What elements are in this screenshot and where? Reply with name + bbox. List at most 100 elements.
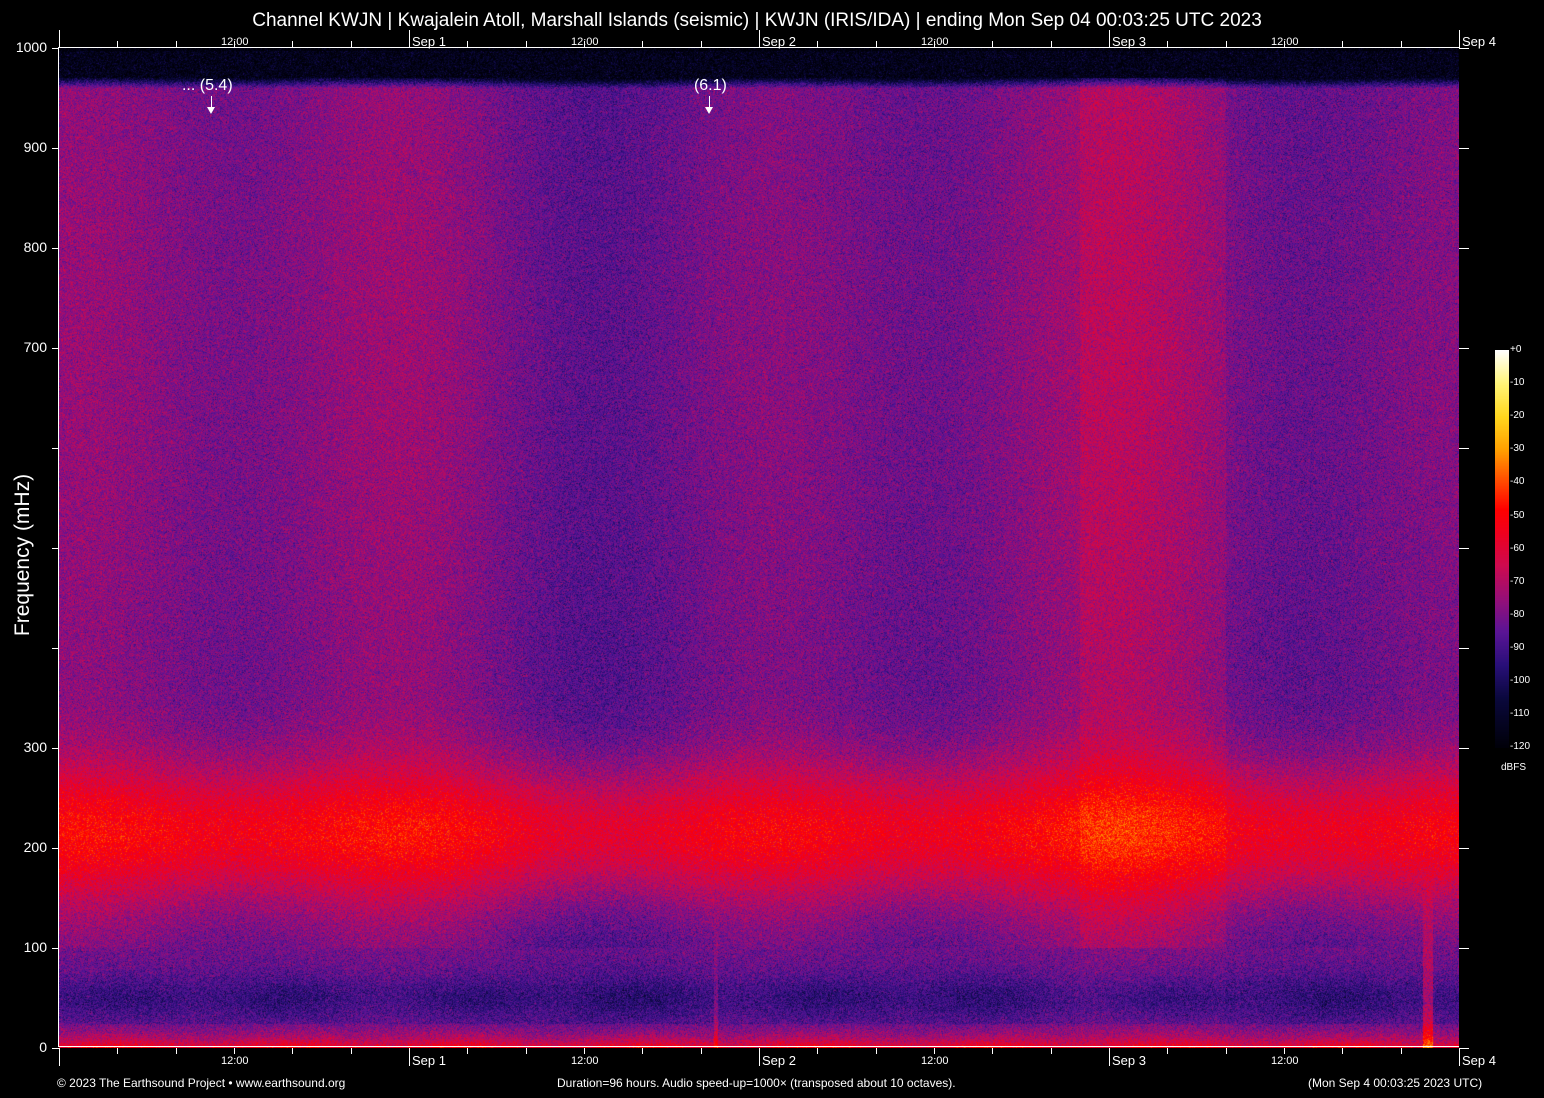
x-tick-label-top: Sep 3	[1112, 34, 1146, 49]
x-tick-bottom	[1167, 1048, 1168, 1054]
x-tick-bottom	[642, 1048, 643, 1054]
colorbar-tick-label: -20	[1510, 410, 1525, 422]
x-tick-top	[526, 41, 527, 48]
colorbar-tick-label: -40	[1510, 476, 1525, 488]
colorbar-tick-label: -90	[1510, 641, 1525, 653]
event-arrowhead-icon	[705, 107, 714, 114]
x-tick-top	[1226, 41, 1227, 48]
x-tick-label-bottom: Sep 4	[1462, 1053, 1496, 1068]
y-tick-left	[52, 148, 59, 149]
event-arrowhead-icon	[206, 107, 215, 114]
y-tick-left	[52, 448, 59, 449]
x-tick-top	[876, 41, 877, 48]
x-tick-top	[117, 41, 118, 48]
duration-footer: Duration=96 hours. Audio speed-up=1000× …	[557, 1076, 956, 1090]
x-tick-top	[1459, 30, 1460, 48]
y-tick-right	[1459, 448, 1469, 449]
x-tick-top	[1051, 41, 1052, 48]
x-tick-label-top: 12:00	[921, 36, 949, 48]
x-tick-top	[1109, 30, 1110, 48]
x-tick-top	[992, 41, 993, 48]
x-tick-bottom	[1109, 1048, 1110, 1066]
end-time-footer: (Mon Sep 4 00:03:25 2023 UTC)	[1308, 1076, 1483, 1090]
x-tick-bottom	[1284, 1048, 1285, 1054]
x-tick-bottom	[584, 1048, 585, 1054]
x-tick-bottom	[934, 1048, 935, 1054]
y-tick-label: 1000	[15, 39, 47, 55]
y-tick-label: 100	[23, 939, 47, 955]
y-tick-left	[52, 348, 59, 349]
y-tick-right	[1459, 648, 1469, 649]
y-tick-label: 200	[23, 839, 47, 855]
x-tick-top	[467, 41, 468, 48]
y-tick-left	[52, 548, 59, 549]
x-tick-bottom	[1459, 1048, 1460, 1066]
x-tick-top	[176, 41, 177, 48]
x-tick-bottom	[759, 1048, 760, 1066]
x-tick-label-top: Sep 4	[1462, 34, 1496, 49]
x-tick-bottom	[467, 1048, 468, 1054]
x-tick-label-bottom: Sep 1	[412, 1053, 446, 1068]
y-tick-label: 0	[39, 1039, 47, 1055]
colorbar-tick-label: -100	[1510, 675, 1531, 686]
x-tick-label-top: 12:00	[221, 36, 249, 48]
y-tick-right	[1459, 348, 1469, 349]
x-tick-label-bottom: 12:00	[571, 1055, 599, 1067]
y-tick-left	[52, 1048, 59, 1049]
x-tick-top	[351, 41, 352, 48]
x-tick-top	[292, 41, 293, 48]
x-tick-bottom	[409, 1048, 410, 1066]
x-tick-bottom	[1342, 1048, 1343, 1054]
y-tick-right	[1459, 848, 1469, 849]
x-tick-top	[1342, 41, 1343, 48]
x-tick-label-top: Sep 1	[412, 34, 446, 49]
x-tick-bottom	[992, 1048, 993, 1054]
colorbar-tick-label: -30	[1510, 443, 1525, 455]
y-tick-right	[1459, 148, 1469, 149]
x-tick-label-top: Sep 2	[762, 34, 796, 49]
x-tick-bottom	[351, 1048, 352, 1054]
x-tick-bottom	[701, 1048, 702, 1054]
colorbar-tick-label: -120	[1510, 741, 1531, 753]
x-tick-bottom	[526, 1048, 527, 1054]
y-tick-right	[1459, 948, 1469, 949]
x-tick-top	[59, 30, 60, 48]
x-tick-label-bottom: 12:00	[921, 1055, 949, 1067]
x-tick-top	[817, 41, 818, 48]
x-tick-bottom	[1226, 1048, 1227, 1054]
y-tick-label: 800	[23, 239, 47, 255]
y-tick-left	[52, 948, 59, 949]
x-tick-bottom	[234, 1048, 235, 1054]
y-tick-right	[1459, 248, 1469, 249]
colorbar-tick-label: -10	[1510, 377, 1525, 389]
y-tick-left	[52, 248, 59, 249]
copyright-footer: © 2023 The Earthsound Project • www.eart…	[57, 1076, 346, 1090]
colorbar-tick-label: -80	[1510, 608, 1525, 620]
colorbar-tick-label: -70	[1510, 575, 1525, 587]
x-tick-bottom	[876, 1048, 877, 1054]
y-tick-left	[52, 848, 59, 849]
event-label: (6.1)	[693, 77, 727, 94]
x-tick-top	[642, 41, 643, 48]
colorbar-tick-label: -60	[1510, 542, 1525, 554]
x-tick-bottom	[1401, 1048, 1402, 1054]
x-tick-bottom	[176, 1048, 177, 1054]
y-tick-right	[1459, 748, 1469, 749]
colorbar-tick-label: -110	[1510, 708, 1530, 720]
y-tick-label: 300	[23, 739, 47, 755]
x-tick-bottom	[1051, 1048, 1052, 1054]
colorbar-tick-label: -50	[1510, 509, 1525, 521]
colorbar	[1495, 350, 1509, 748]
y-tick-right	[1459, 1048, 1469, 1049]
y-tick-left	[52, 748, 59, 749]
x-tick-top	[409, 30, 410, 48]
x-tick-bottom	[59, 1048, 60, 1066]
x-tick-bottom	[817, 1048, 818, 1054]
x-tick-bottom	[292, 1048, 293, 1054]
y-tick-left	[52, 648, 59, 649]
y-tick-label: 700	[23, 339, 47, 355]
x-tick-label-bottom: Sep 2	[762, 1053, 796, 1068]
x-tick-top	[1401, 41, 1402, 48]
x-tick-top	[701, 41, 702, 48]
y-tick-right	[1459, 548, 1469, 549]
